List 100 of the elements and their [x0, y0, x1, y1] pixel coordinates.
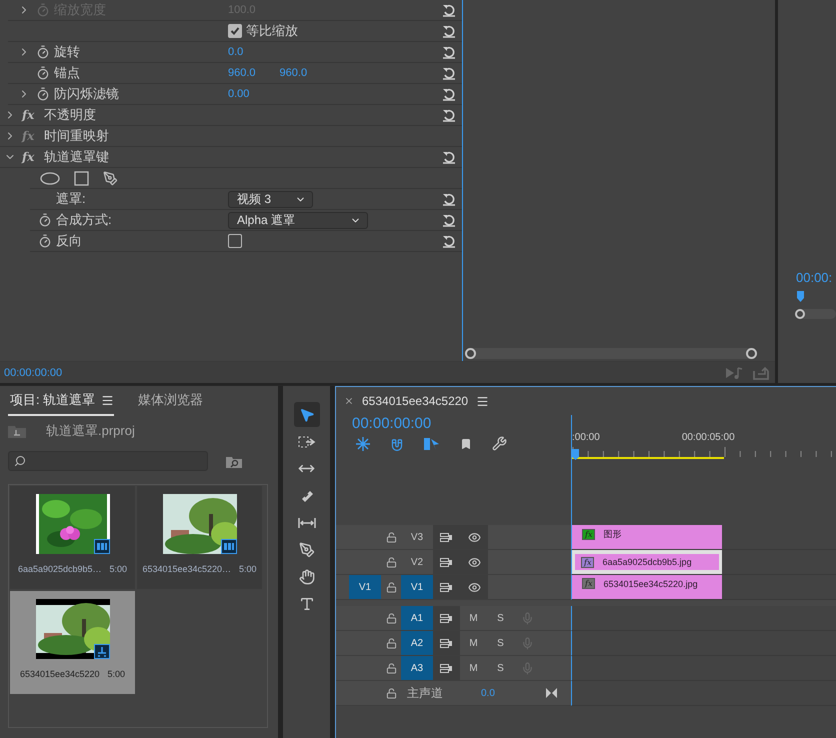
film-strip-icon: [220, 539, 236, 554]
project-item[interactable]: 6aa5a9025dcb9b5… 5:00: [9, 485, 136, 590]
track-target[interactable]: A1: [401, 606, 433, 630]
mute-button[interactable]: M: [460, 631, 487, 655]
item-name: 6534015ee34c5220: [20, 669, 100, 679]
source-patch[interactable]: V1: [349, 575, 381, 599]
timecode[interactable]: 00:00:00:00: [4, 366, 62, 378]
reset-icon[interactable]: [442, 234, 456, 248]
master-track-label: 主声道: [406, 684, 444, 702]
zoom-scrollbar[interactable]: [795, 309, 836, 319]
stopwatch-icon[interactable]: [38, 213, 52, 227]
reset-icon[interactable]: [442, 24, 456, 38]
reset-icon[interactable]: [442, 108, 456, 122]
mute-button[interactable]: M: [460, 656, 487, 680]
search-field[interactable]: [8, 451, 208, 471]
fx-badge[interactable]: fx: [581, 556, 594, 568]
property-value[interactable]: 0.00: [228, 88, 250, 100]
effect-name: 轨道遮罩键: [44, 148, 109, 166]
reset-icon[interactable]: [442, 192, 456, 206]
effect-toggle[interactable]: fx: [22, 150, 40, 164]
pen-icon[interactable]: [103, 170, 118, 186]
reset-icon[interactable]: [442, 46, 456, 58]
fx-badge[interactable]: fx: [582, 529, 596, 540]
film-strip-icon: [94, 539, 110, 554]
dropdown[interactable]: Alpha 遮罩: [228, 212, 368, 228]
property-value[interactable]: 960.0: [228, 67, 256, 79]
fx-badge[interactable]: fx: [582, 578, 596, 589]
stopwatch-icon[interactable]: [36, 66, 50, 80]
find-folder-icon[interactable]: [226, 454, 242, 468]
playhead-icon[interactable]: [796, 291, 806, 303]
timeline-clip[interactable]: fx 6aa5a9025dcb9b5.jpg: [572, 550, 722, 574]
effect-toggle[interactable]: fx: [22, 108, 40, 122]
sequence-tab[interactable]: 6534015ee34c5220: [362, 394, 468, 408]
sync-lock-icon[interactable]: [433, 606, 460, 630]
track-target[interactable]: V1: [401, 575, 433, 599]
reset-icon[interactable]: [442, 150, 456, 164]
lock-icon[interactable]: [386, 688, 396, 698]
master-volume[interactable]: 0.0: [481, 688, 546, 698]
zoom-scrollbar[interactable]: [465, 348, 757, 359]
timecode[interactable]: 00:00:: [796, 270, 836, 285]
linked-selection-icon[interactable]: [424, 436, 440, 450]
sequence-icon: [94, 644, 110, 659]
property-label: 遮罩:: [56, 190, 86, 208]
reset-icon[interactable]: [442, 214, 456, 226]
stopwatch-icon[interactable]: [38, 234, 52, 248]
timeline-clip[interactable]: fx 图形: [572, 525, 722, 549]
item-name: 6534015ee34c5220…: [142, 564, 232, 574]
lock-icon[interactable]: [386, 612, 396, 624]
property-label: 反向: [56, 232, 82, 250]
tab-label: 项目: 轨道遮罩: [10, 391, 96, 409]
track-height-icon[interactable]: [546, 688, 557, 698]
effect-name: 时间重映射: [44, 127, 109, 145]
project-file-name: 轨道遮罩.prproj: [46, 422, 135, 440]
solo-button[interactable]: S: [487, 631, 514, 655]
panel-tab[interactable]: 媒体浏览器: [136, 386, 204, 416]
search-icon: [14, 455, 26, 467]
item-duration: 5:00: [110, 564, 128, 574]
checkbox[interactable]: [228, 234, 242, 248]
close-icon[interactable]: [344, 396, 354, 406]
tab-label: 媒体浏览器: [138, 391, 204, 409]
timecode[interactable]: 00:00:00:00: [352, 415, 572, 432]
project-item[interactable]: 6534015ee34c5220… 5:00: [136, 485, 263, 590]
menu-icon[interactable]: [476, 394, 490, 408]
item-duration: 5:00: [108, 669, 126, 679]
folder-up-icon[interactable]: [8, 424, 26, 438]
rectangle-mask-icon[interactable]: [74, 170, 89, 186]
checkbox-label: 等比缩放: [246, 22, 298, 40]
lock-icon[interactable]: [386, 556, 396, 568]
property-label: 防闪烁滤镜: [54, 85, 119, 103]
property-label: 旋转: [54, 43, 80, 61]
track-target[interactable]: A3: [401, 656, 433, 680]
property-value[interactable]: 0.0: [228, 46, 244, 58]
checkbox[interactable]: [228, 24, 242, 38]
menu-icon[interactable]: [101, 394, 114, 406]
track-target[interactable]: A2: [401, 631, 433, 655]
lock-icon[interactable]: [386, 638, 396, 648]
settings-icon[interactable]: [492, 436, 507, 451]
reset-icon[interactable]: [442, 88, 456, 100]
sync-lock-icon[interactable]: [433, 656, 460, 680]
property-label: 合成方式:: [56, 211, 112, 229]
project-item[interactable]: 6534015ee34c5220 5:00: [9, 590, 136, 695]
property-value[interactable]: 960.0: [280, 67, 308, 79]
solo-button[interactable]: S: [487, 656, 514, 680]
lock-icon[interactable]: [386, 532, 396, 542]
lock-icon[interactable]: [386, 662, 396, 674]
ellipse-mask-icon[interactable]: [40, 172, 60, 184]
solo-button[interactable]: S: [487, 606, 514, 630]
nest-icon[interactable]: [356, 436, 370, 450]
playhead-icon[interactable]: [572, 449, 580, 460]
reset-icon[interactable]: [442, 66, 456, 80]
property-label: 锚点: [54, 64, 80, 82]
timeline-clip[interactable]: fx 6534015ee34c5220.jpg: [572, 575, 722, 599]
mute-button[interactable]: M: [460, 606, 487, 630]
lock-icon[interactable]: [386, 582, 396, 592]
dropdown[interactable]: 视频 3: [228, 190, 313, 208]
marker-icon[interactable]: [460, 438, 472, 450]
stopwatch-icon[interactable]: [36, 87, 50, 101]
panel-tab[interactable]: 项目: 轨道遮罩: [8, 386, 114, 416]
stopwatch-icon[interactable]: [36, 45, 50, 59]
effect-toggle[interactable]: fx: [22, 129, 40, 143]
